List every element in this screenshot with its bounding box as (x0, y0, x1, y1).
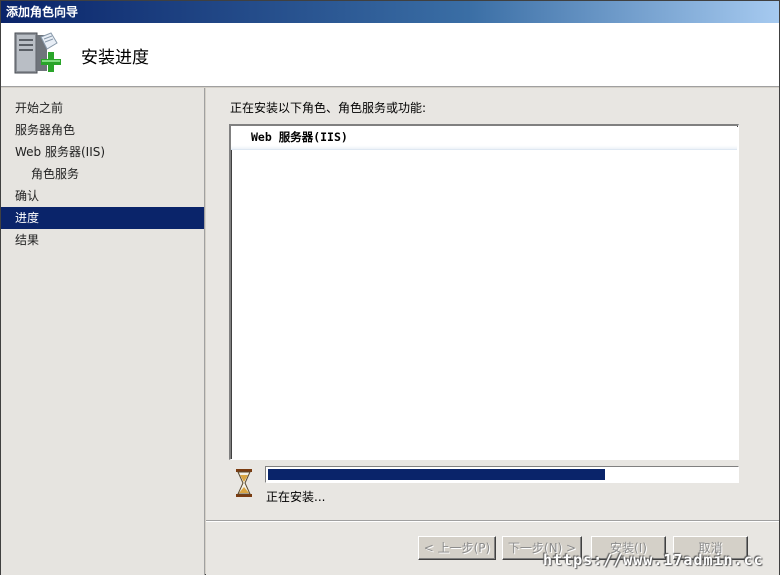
install-list[interactable]: Web 服务器(IIS) (229, 124, 739, 460)
title-bar[interactable]: 添加角色向导 (1, 1, 779, 23)
wizard-nav: 开始之前 服务器角色 Web 服务器(IIS) 角色服务 确认 进度 结果 (1, 88, 205, 575)
list-item[interactable]: Web 服务器(IIS) (231, 126, 737, 150)
nav-item-results[interactable]: 结果 (1, 229, 204, 251)
wizard-content: 正在安装以下角色、角色服务或功能: Web 服务器(IIS) 正在安装... (206, 88, 779, 520)
install-progress-bar (265, 466, 739, 483)
wizard-window: 添加角色向导 安装进度 开始之前 服务器角色 Web 服务器(IIS) 角色服务… (0, 0, 780, 575)
server-add-icon (14, 32, 61, 74)
page-title: 安装进度 (81, 48, 149, 68)
nav-item-confirmation[interactable]: 确认 (1, 185, 204, 207)
install-list-label: 正在安装以下角色、角色服务或功能: (230, 101, 427, 115)
nav-item-before-you-begin[interactable]: 开始之前 (1, 97, 204, 119)
wizard-header: 安装进度 (1, 23, 779, 87)
previous-button[interactable]: < 上一步(P) (418, 536, 496, 560)
window-title: 添加角色向导 (6, 5, 79, 19)
nav-item-web-server-iis[interactable]: Web 服务器(IIS) (1, 141, 204, 163)
install-status-text: 正在安装... (266, 490, 326, 504)
watermark-text: https://www.17admin.cc (543, 551, 764, 569)
nav-item-role-services[interactable]: 角色服务 (1, 163, 204, 185)
nav-item-server-roles[interactable]: 服务器角色 (1, 119, 204, 141)
hourglass-icon (236, 469, 252, 497)
nav-item-progress[interactable]: 进度 (1, 207, 204, 229)
progress-fill (268, 469, 605, 480)
